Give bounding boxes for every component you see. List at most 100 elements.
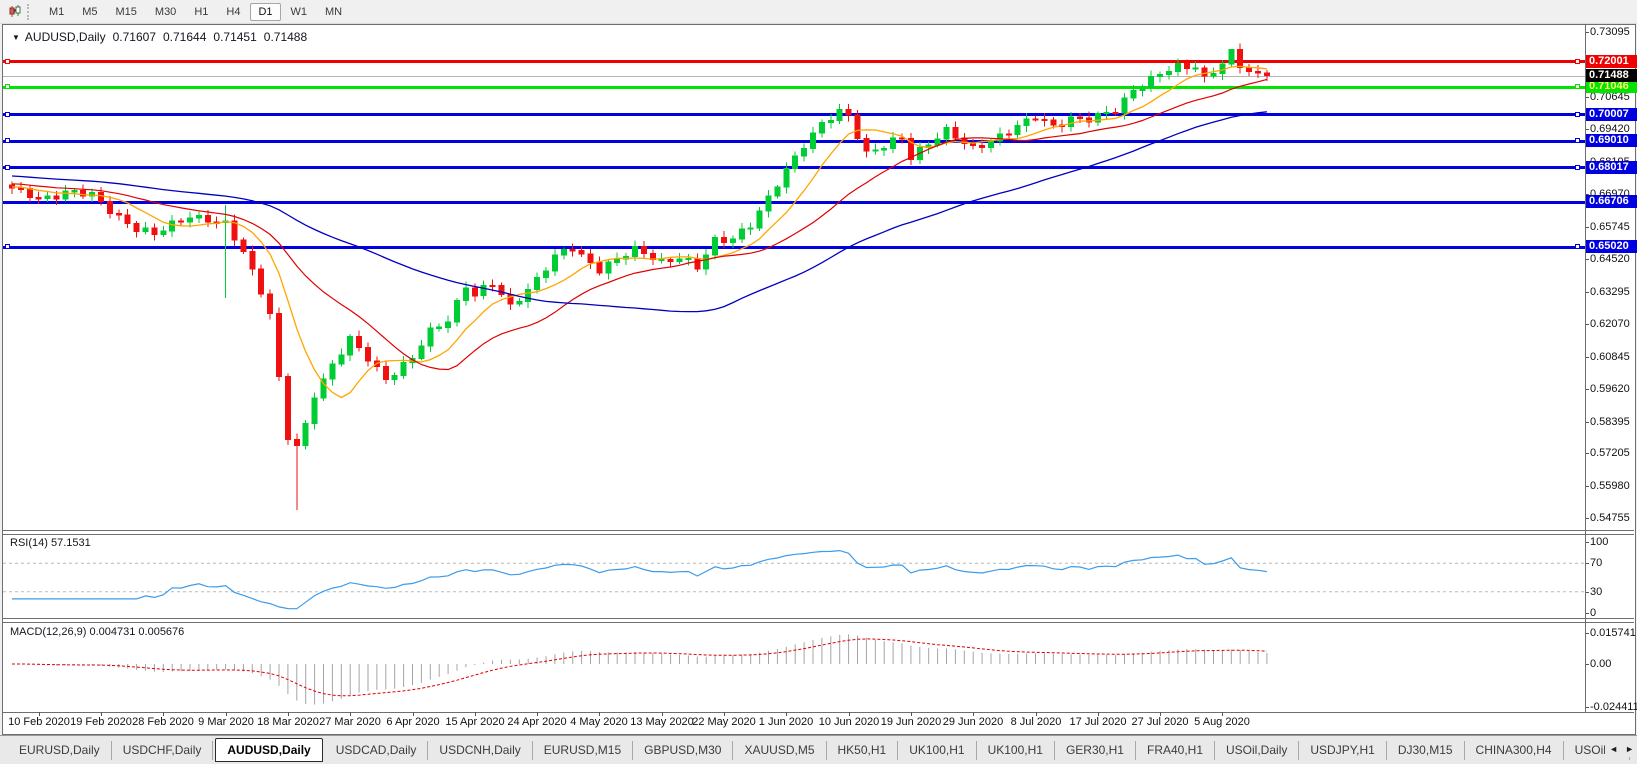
tab-eurusd-daily[interactable]: EURUSD,Daily bbox=[8, 741, 112, 760]
timeframe-m15[interactable]: M15 bbox=[108, 3, 145, 21]
date-label: 24 Apr 2020 bbox=[507, 716, 566, 728]
timeframe-h1[interactable]: H1 bbox=[186, 3, 216, 21]
candle-body bbox=[268, 294, 273, 313]
tab-scroll-left-icon[interactable]: ◄ bbox=[1609, 741, 1618, 757]
tab-ger30-h1[interactable]: GER30,H1 bbox=[1055, 741, 1136, 760]
timeframe-mn[interactable]: MN bbox=[317, 3, 350, 21]
candles bbox=[10, 44, 1270, 511]
candle-body bbox=[722, 238, 727, 243]
candle-body bbox=[143, 228, 148, 232]
candle-body bbox=[134, 224, 139, 232]
date-label: 17 Jul 2020 bbox=[1070, 716, 1127, 728]
candle-body bbox=[597, 263, 602, 274]
price-tick: 0.54755 bbox=[1590, 512, 1630, 525]
timeframe-m5[interactable]: M5 bbox=[74, 3, 105, 21]
rsi-indicator-label: RSI(14) 57.1531 bbox=[10, 537, 91, 549]
candle-body bbox=[446, 322, 451, 327]
rsi-plot[interactable] bbox=[3, 534, 1585, 616]
tab-usoil-daily[interactable]: USOil,Daily bbox=[1215, 741, 1299, 760]
panel-splitter-macd[interactable] bbox=[3, 618, 1634, 623]
candle-body bbox=[748, 228, 753, 229]
macd-axis-label: 0.015741 bbox=[1590, 627, 1636, 639]
tab-eurusd-m15[interactable]: EURUSD,M15 bbox=[533, 741, 633, 760]
macd-axis-label: 0.00 bbox=[1590, 658, 1611, 670]
candle-body bbox=[348, 336, 353, 354]
chart-title-symbol: AUDUSD,Daily bbox=[25, 30, 106, 44]
tab-usdchf-daily[interactable]: USDCHF,Daily bbox=[112, 741, 214, 760]
macd-signal-line bbox=[12, 639, 1267, 696]
timeframe-h4[interactable]: H4 bbox=[218, 3, 248, 21]
candle-body bbox=[481, 285, 486, 295]
candlestick-chart-icon bbox=[8, 5, 23, 18]
candle-body bbox=[704, 255, 709, 269]
candle-body bbox=[1202, 68, 1207, 76]
candle-body bbox=[463, 288, 468, 301]
tab-audusd-daily[interactable]: AUDUSD,Daily bbox=[215, 738, 322, 762]
candle-body bbox=[63, 191, 68, 199]
tab-uk100-h1[interactable]: UK100,H1 bbox=[977, 741, 1055, 760]
candle-body bbox=[517, 302, 522, 304]
tab-hk50-h1[interactable]: HK50,H1 bbox=[827, 741, 899, 760]
candle-body bbox=[455, 301, 460, 322]
tab-fra40-h1[interactable]: FRA40,H1 bbox=[1136, 741, 1215, 760]
candle-body bbox=[837, 110, 842, 121]
candle-body bbox=[285, 376, 290, 439]
candlestick-plot[interactable] bbox=[3, 25, 1585, 530]
chart-type-button[interactable]: ▼ bbox=[5, 7, 21, 16]
price-level-tag: 0.68017 bbox=[1586, 161, 1637, 174]
candle-body bbox=[766, 196, 771, 211]
candle-body bbox=[1175, 64, 1180, 72]
candle-body bbox=[802, 148, 807, 156]
price-tick: 0.59620 bbox=[1590, 383, 1630, 396]
candle-body bbox=[1113, 112, 1118, 113]
tab-gbpusd-m30[interactable]: GBPUSD,M30 bbox=[633, 741, 733, 760]
candle-body bbox=[784, 169, 789, 188]
macd-plot[interactable] bbox=[3, 622, 1585, 711]
candle-body bbox=[1006, 134, 1011, 135]
tab-scroll-right-icon[interactable]: ► bbox=[1625, 741, 1634, 757]
tab-scroll-buttons: ◄ ► bbox=[1605, 741, 1634, 757]
toolbar-grip[interactable] bbox=[27, 4, 32, 20]
candle-body bbox=[1247, 68, 1252, 72]
tab-usdjpy-h1[interactable]: USDJPY,H1 bbox=[1299, 741, 1386, 760]
date-label: 19 Feb 2020 bbox=[70, 716, 132, 728]
panel-splitter-rsi[interactable] bbox=[3, 530, 1634, 535]
tab-usdcad-daily[interactable]: USDCAD,Daily bbox=[325, 741, 429, 760]
price-axis[interactable]: 0.730950.718700.706450.694200.681950.669… bbox=[1586, 0, 1637, 764]
candle-body bbox=[152, 228, 157, 234]
candle-body bbox=[1140, 88, 1145, 91]
candle-body bbox=[312, 398, 317, 423]
tab-dj30-m15[interactable]: DJ30,M15 bbox=[1387, 741, 1465, 760]
price-tick: 0.60845 bbox=[1590, 351, 1630, 364]
price-level-tag: 0.65020 bbox=[1586, 240, 1637, 253]
candle-body bbox=[828, 120, 833, 122]
timeframe-w1[interactable]: W1 bbox=[283, 3, 316, 21]
candle-body bbox=[1184, 64, 1189, 69]
tab-uk100-h1[interactable]: UK100,H1 bbox=[898, 741, 976, 760]
date-label: 18 Mar 2020 bbox=[257, 716, 319, 728]
price-tick: 0.62070 bbox=[1590, 318, 1630, 331]
date-label: 9 Mar 2020 bbox=[198, 716, 254, 728]
candle-body bbox=[935, 139, 940, 145]
date-label: 1 Jun 2020 bbox=[759, 716, 813, 728]
timeframe-m30[interactable]: M30 bbox=[147, 3, 184, 21]
rsi-axis-label: 30 bbox=[1590, 586, 1602, 598]
candle-body bbox=[1167, 72, 1172, 75]
moving-average-line bbox=[12, 112, 1267, 312]
ohlc-open: 0.71607 bbox=[113, 30, 156, 44]
tab-china300-h4[interactable]: CHINA300,H4 bbox=[1465, 741, 1564, 760]
price-level-tag: 0.70007 bbox=[1586, 108, 1637, 121]
candle-body bbox=[250, 252, 255, 269]
candle-body bbox=[1229, 49, 1234, 64]
symbol-caret-icon[interactable]: ▼ bbox=[12, 33, 20, 42]
candle-body bbox=[294, 440, 299, 446]
candle-body bbox=[579, 251, 584, 254]
candle-body bbox=[179, 221, 184, 222]
timeframe-m1[interactable]: M1 bbox=[41, 3, 72, 21]
timeframe-d1[interactable]: D1 bbox=[250, 3, 280, 21]
tab-usdcnh-daily[interactable]: USDCNH,Daily bbox=[428, 741, 532, 760]
candle-body bbox=[757, 211, 762, 228]
candle-body bbox=[900, 138, 905, 139]
moving-average-line bbox=[12, 66, 1267, 397]
tab-xauusd-m5[interactable]: XAUUSD,M5 bbox=[733, 741, 826, 760]
